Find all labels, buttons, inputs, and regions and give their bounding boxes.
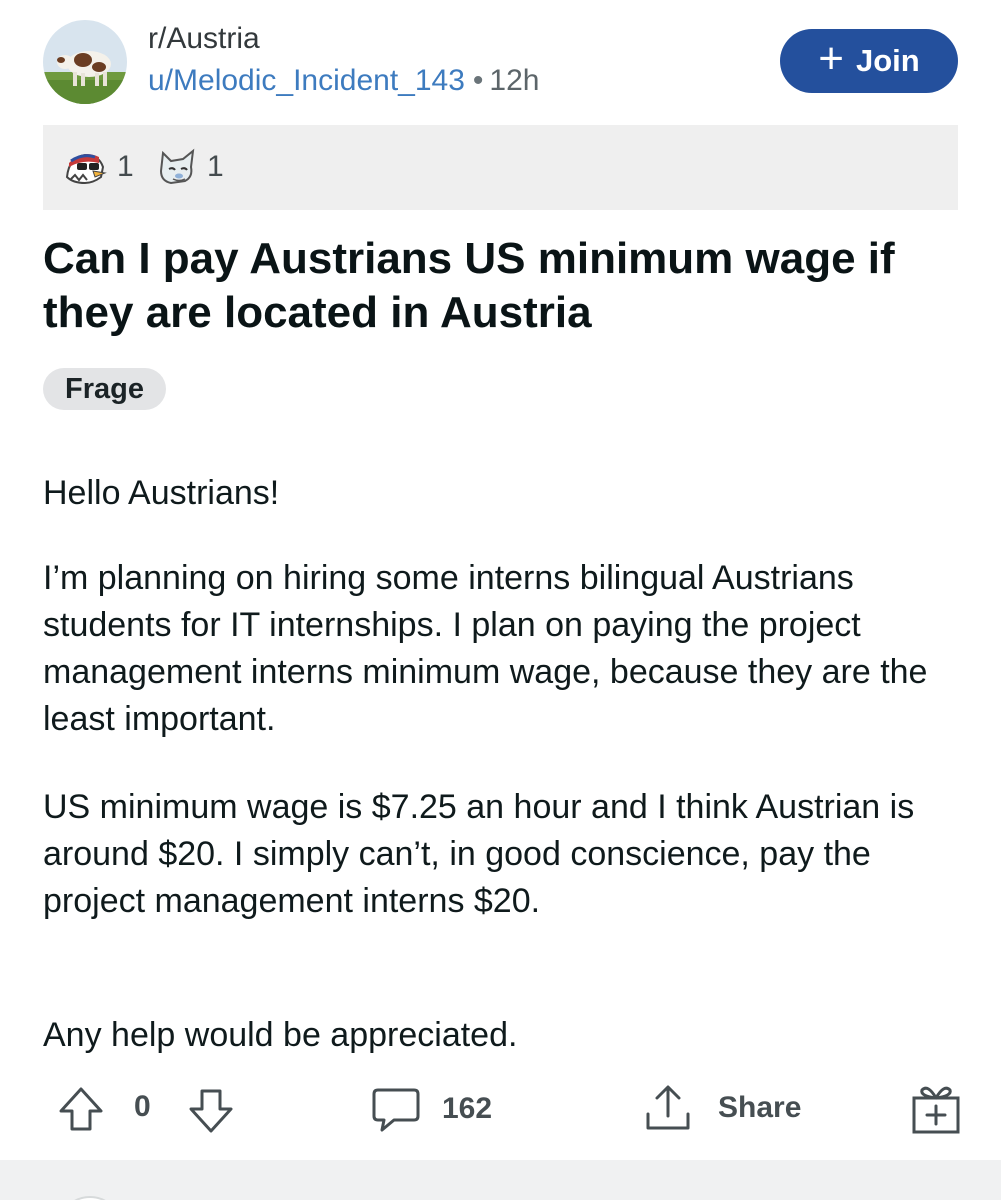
post-divider: [0, 1160, 1001, 1200]
share-label: Share: [718, 1091, 802, 1124]
body-paragraph: US minimum wage is $7.25 an hour and I t…: [43, 788, 915, 920]
post-title[interactable]: Can I pay Austrians US minimum wage if t…: [43, 232, 973, 340]
post-meta: u/Melodic_Incident_143 • 12h: [148, 62, 539, 100]
upvote-button[interactable]: [56, 1084, 106, 1134]
share-button[interactable]: Share: [642, 1082, 801, 1134]
vote-count: 0: [134, 1090, 151, 1123]
post-time: 12h: [489, 64, 540, 97]
subreddit-avatar[interactable]: [43, 20, 127, 104]
awards-bar[interactable]: 1 1: [43, 125, 958, 210]
award-count: 1: [207, 150, 224, 183]
join-button[interactable]: + Join: [780, 29, 958, 93]
body-paragraph: I’m planning on hiring some interns bili…: [43, 559, 928, 738]
meta-separator: •: [472, 64, 484, 97]
comment-count: 162: [442, 1092, 493, 1125]
author-username[interactable]: u/Melodic_Incident_143: [148, 64, 465, 97]
downvote-button[interactable]: [186, 1086, 236, 1136]
subreddit-name[interactable]: r/Austria: [148, 20, 260, 58]
upvote-arrow-icon: [59, 1087, 103, 1131]
eagle-award-icon: [65, 153, 107, 185]
body-paragraph: Any help would be appreciated.: [43, 1016, 518, 1054]
award-eagle[interactable]: 1: [63, 147, 134, 187]
post-action-bar: 0 162 Share: [0, 1070, 1001, 1145]
body-paragraph: Hello Austrians!: [43, 474, 280, 512]
comments-button[interactable]: 162: [370, 1084, 492, 1134]
cow-avatar-image: [43, 20, 127, 104]
share-icon: [646, 1085, 690, 1130]
join-button-label: Join: [855, 43, 920, 78]
comment-bubble-icon: [372, 1088, 420, 1132]
award-button[interactable]: [908, 1080, 964, 1136]
plus-icon: +: [818, 34, 844, 83]
downvote-arrow-icon: [189, 1089, 233, 1133]
gift-icon: [912, 1086, 960, 1134]
post-flair[interactable]: Frage: [43, 368, 166, 410]
reddit-post-view: r/Austria u/Melodic_Incident_143 • 12h + J…: [0, 0, 1001, 1200]
award-count: 1: [117, 150, 134, 183]
award-wolf[interactable]: 1: [155, 147, 224, 187]
wolf-award-icon: [159, 148, 195, 185]
